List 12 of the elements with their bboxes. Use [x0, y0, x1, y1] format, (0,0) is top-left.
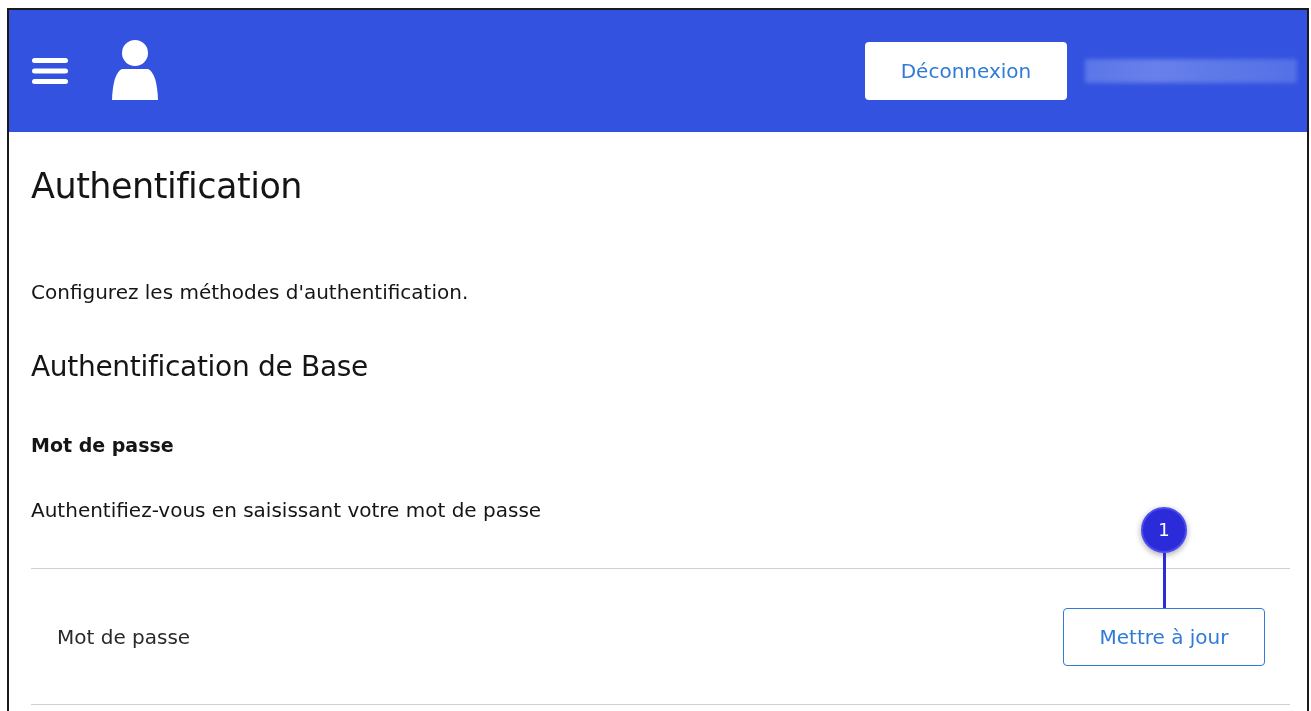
- update-button[interactable]: Mettre à jour: [1063, 607, 1265, 666]
- page-description: Configurez les méthodes d'authentification.: [31, 280, 470, 304]
- method-title: Mot de passe: [31, 433, 175, 457]
- page-title: Authentification: [31, 165, 303, 208]
- leader-line: [1162, 552, 1166, 608]
- section-title: Authentification de Base: [31, 350, 369, 384]
- user-icon[interactable]: [110, 40, 160, 100]
- method-description: Authentifiez-vous en saisissant votre mot de passe: [31, 498, 543, 522]
- menu-icon[interactable]: [32, 57, 68, 85]
- row-label: Mot de passe: [57, 624, 192, 649]
- logout-button[interactable]: Déconnexion: [865, 42, 1067, 100]
- callout-badge: 1: [1141, 506, 1187, 553]
